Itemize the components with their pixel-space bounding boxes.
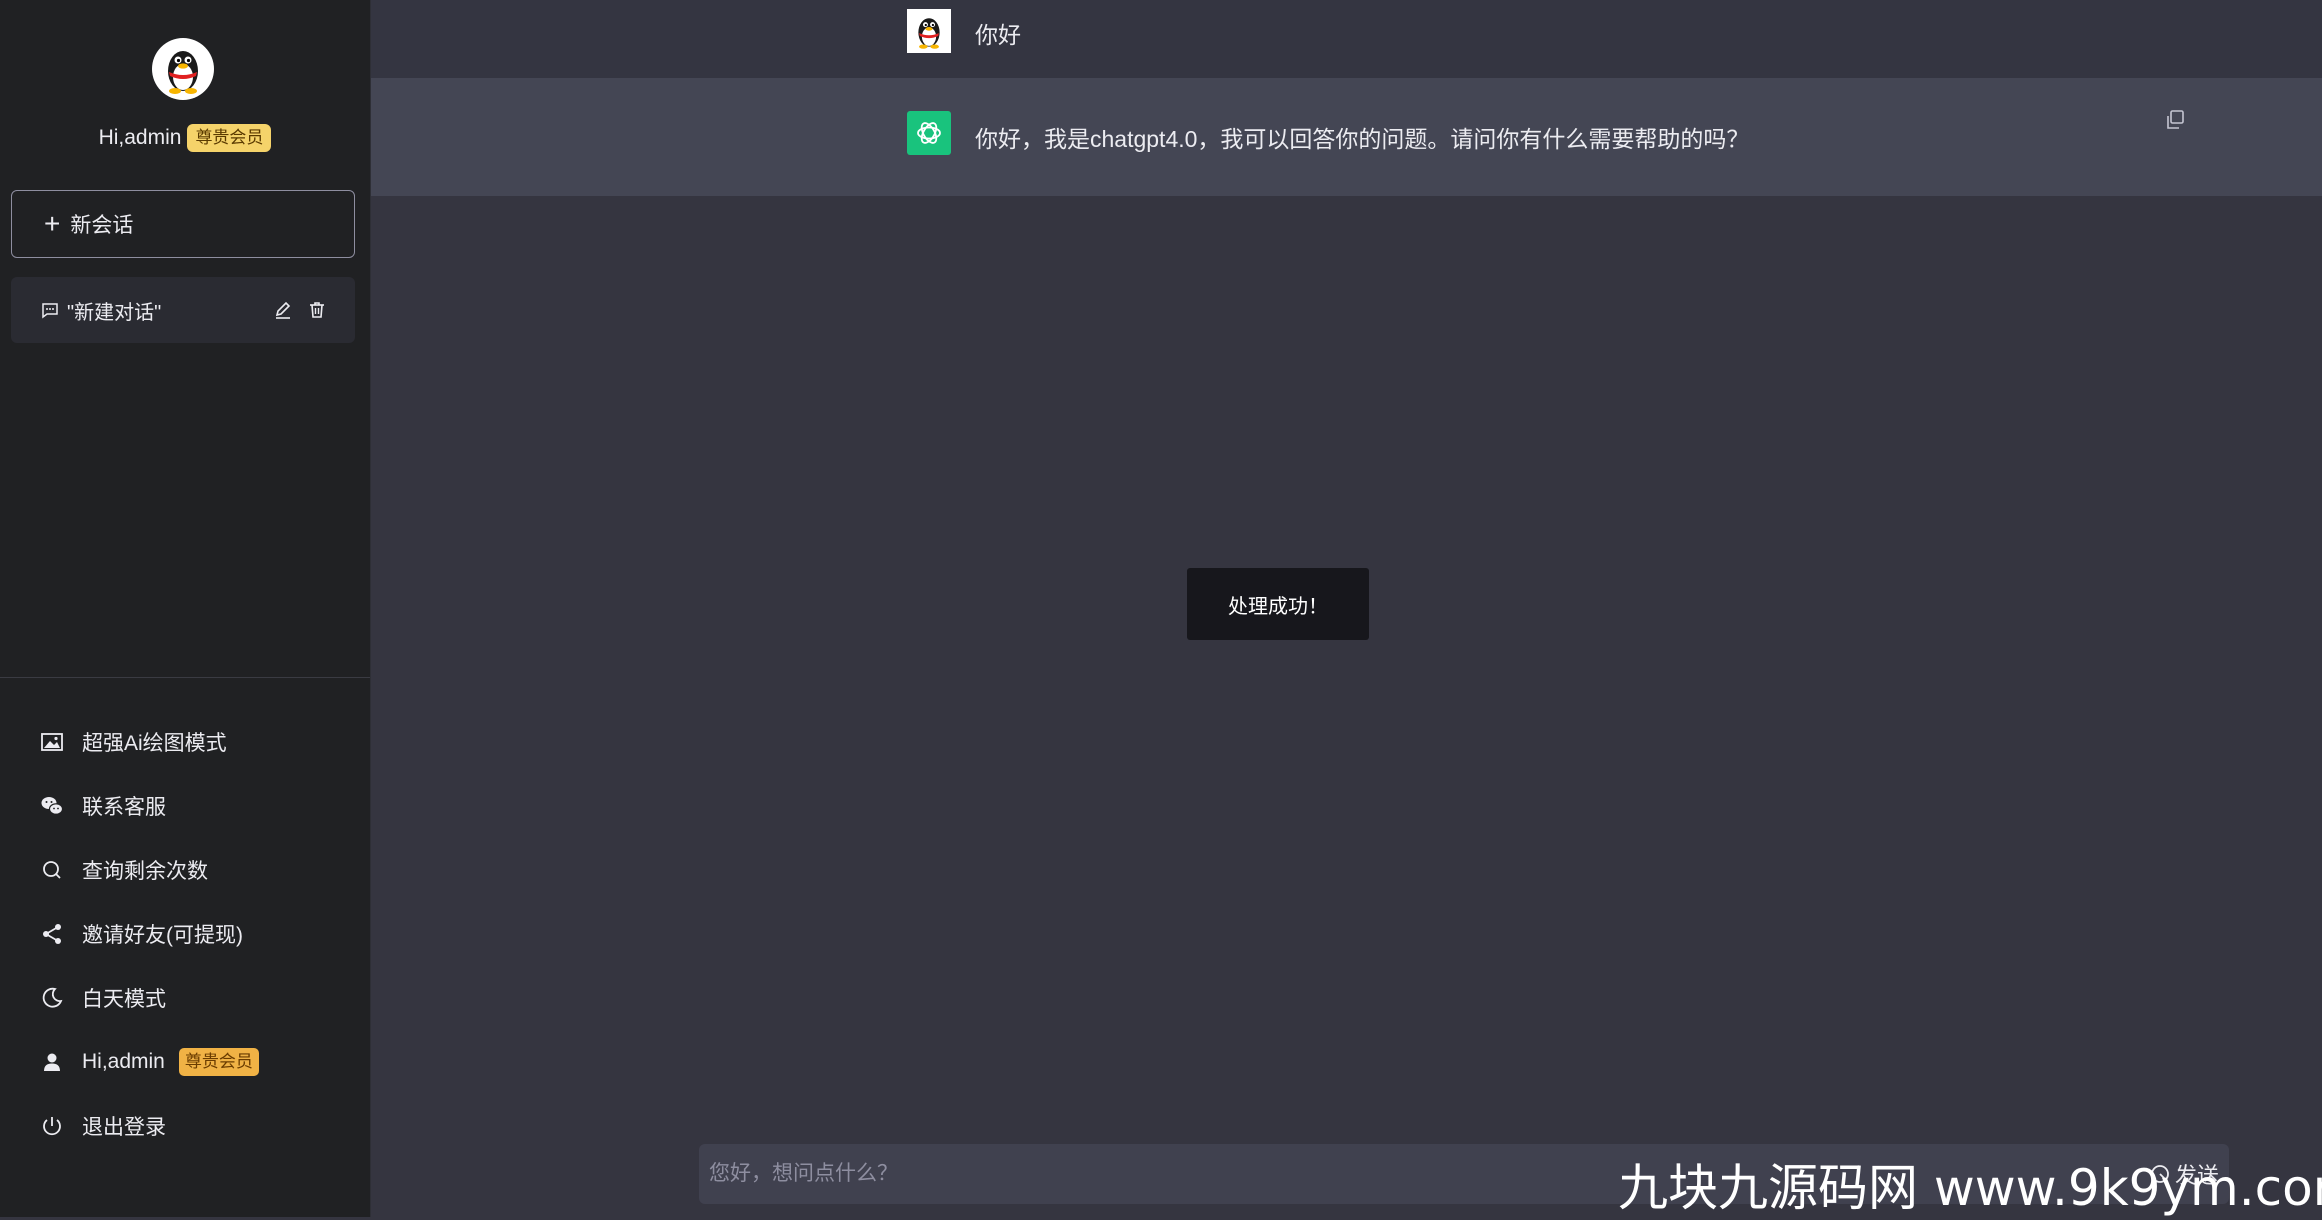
chat-main: 你好 你好，我是chatgpt4.0，我可以回答你的问题。请问你有什么需要帮助的… <box>371 0 2322 1217</box>
wechat-icon <box>40 794 64 818</box>
menu-label: 白天模式 <box>82 988 166 1011</box>
member-badge: 尊贵会员 <box>187 124 272 152</box>
new-chat-button[interactable]: + 新会话 <box>11 190 355 258</box>
penguin-avatar-icon <box>918 18 940 49</box>
toast-message: 处理成功！ <box>1187 568 1369 640</box>
menu-label: 联系客服 <box>82 796 166 819</box>
avatar[interactable] <box>152 38 214 100</box>
share-icon <box>40 922 64 946</box>
conversation-title: "新建对话" <box>67 301 162 324</box>
conversation-item[interactable]: "新建对话" <box>11 277 355 343</box>
menu-label: Hi,admin <box>82 1050 165 1073</box>
user-greeting: Hi,admin 尊贵会员 <box>0 122 370 154</box>
bot-message-row: 你好，我是chatgpt4.0，我可以回答你的问题。请问你有什么需要帮助的吗？ <box>371 78 2322 196</box>
penguin-avatar-icon <box>168 51 198 94</box>
edit-icon[interactable] <box>273 300 293 320</box>
moon-icon <box>40 986 64 1010</box>
image-icon <box>40 730 64 754</box>
sidebar: Hi,admin 尊贵会员 + 新会话 "新建对话" 超强Ai绘图模式 联系客服… <box>0 0 371 1217</box>
user-message-row: 你好 <box>371 0 2322 78</box>
bot-message-text: 你好，我是chatgpt4.0，我可以回答你的问题。请问你有什么需要帮助的吗？ <box>975 126 1750 152</box>
menu-label: 退出登录 <box>82 1116 166 1139</box>
menu-item-user[interactable]: Hi,admin 尊贵会员 <box>0 1030 370 1094</box>
search-icon <box>40 858 64 882</box>
menu-label: 邀请好友(可提现) <box>82 924 243 947</box>
trash-icon[interactable] <box>307 300 327 320</box>
menu-label: 超强Ai绘图模式 <box>82 732 227 755</box>
bot-avatar <box>907 111 951 155</box>
menu-item-ai-drawing[interactable]: 超强Ai绘图模式 <box>0 710 370 774</box>
watermark-text: 九块九源码网 www.9k9ym.com <box>1618 1159 2322 1217</box>
user-message-text: 你好 <box>975 22 1021 48</box>
menu-item-query-remaining[interactable]: 查询剩余次数 <box>0 838 370 902</box>
menu-item-contact-service[interactable]: 联系客服 <box>0 774 370 838</box>
menu-item-logout[interactable]: 退出登录 <box>0 1094 370 1158</box>
sidebar-divider <box>0 677 370 678</box>
menu-item-day-mode[interactable]: 白天模式 <box>0 966 370 1030</box>
chat-bubble-icon <box>41 301 59 319</box>
user-avatar <box>907 9 951 53</box>
user-icon <box>40 1050 64 1074</box>
member-badge: 尊贵会员 <box>178 1048 259 1076</box>
power-icon <box>40 1114 64 1138</box>
plus-icon: + <box>44 208 61 239</box>
openai-logo-icon <box>917 122 941 144</box>
new-chat-label: 新会话 <box>70 214 134 237</box>
sidebar-menu: 超强Ai绘图模式 联系客服 查询剩余次数 邀请好友(可提现) 白天模式 Hi,a… <box>0 710 370 1158</box>
menu-item-invite-friends[interactable]: 邀请好友(可提现) <box>0 902 370 966</box>
greeting-text: Hi,admin <box>98 126 182 149</box>
menu-label: 查询剩余次数 <box>82 860 208 883</box>
copy-icon[interactable] <box>2163 108 2187 132</box>
